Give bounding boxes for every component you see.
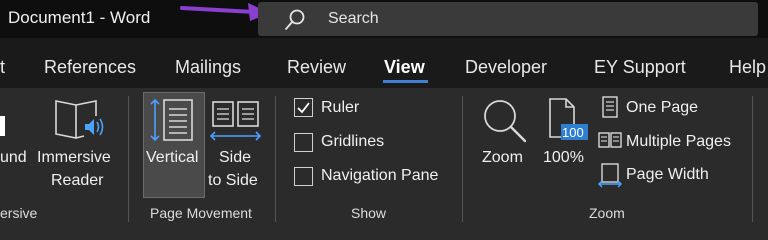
zoom-magnifier-icon (484, 100, 527, 143)
side-to-side-icon (209, 101, 262, 141)
side-to-side-label-line2[interactable]: to Side (208, 172, 258, 190)
immersive-reader-label-line1[interactable]: Immersive (37, 149, 111, 167)
hundred-badge: 100 (562, 125, 584, 140)
group-label-zoom: Zoom (589, 205, 625, 221)
one-page-label[interactable]: One Page (626, 99, 698, 117)
gridlines-checkbox[interactable] (294, 133, 313, 152)
group-separator (462, 96, 463, 222)
group-label-show: Show (351, 205, 387, 221)
partial-button-icon (0, 116, 5, 136)
tab-view[interactable]: View (384, 57, 425, 78)
checkmark-icon (297, 102, 310, 114)
group-separator (128, 96, 129, 222)
active-tab-indicator (383, 80, 428, 83)
partial-button-label[interactable]: und (0, 149, 27, 167)
navigation-pane-label[interactable]: Navigation Pane (321, 167, 438, 185)
navigation-pane-checkbox[interactable] (294, 167, 313, 186)
group-label-immersive: ersive (0, 205, 38, 221)
tab-review[interactable]: Review (287, 57, 346, 78)
vertical-label[interactable]: Vertical (146, 149, 198, 167)
page-width-icon (597, 163, 623, 188)
one-page-icon (602, 96, 618, 118)
tab-mailings[interactable]: Mailings (175, 57, 241, 78)
ruler-label[interactable]: Ruler (321, 99, 359, 117)
group-separator (752, 96, 753, 222)
group-separator (275, 96, 276, 222)
immersive-reader-label-line2[interactable]: Reader (51, 172, 103, 190)
vertical-page-icon (150, 98, 193, 142)
multiple-pages-label[interactable]: Multiple Pages (626, 133, 731, 151)
tab-developer[interactable]: Developer (465, 57, 547, 78)
title-bar: Document1 - Word Search (0, 0, 768, 38)
tab-references[interactable]: References (44, 57, 136, 78)
search-icon (285, 9, 305, 30)
search-box[interactable]: Search (258, 2, 758, 36)
zoom-label[interactable]: Zoom (482, 149, 523, 167)
ruler-checkbox[interactable] (294, 98, 313, 117)
tab-ey-support[interactable]: EY Support (594, 57, 686, 78)
page-width-label[interactable]: Page Width (626, 166, 709, 184)
search-placeholder: Search (328, 10, 379, 27)
gridlines-label[interactable]: Gridlines (321, 133, 384, 151)
hundred-percent-label[interactable]: 100% (543, 149, 584, 167)
multiple-pages-icon (598, 132, 622, 148)
tab-help[interactable]: Help (729, 57, 766, 78)
group-label-page-movement: Page Movement (150, 205, 252, 221)
immersive-reader-icon (55, 100, 104, 139)
tab-partial[interactable]: t (0, 57, 5, 78)
document-title: Document1 - Word (8, 8, 151, 27)
side-to-side-label-line1[interactable]: Side (219, 149, 251, 167)
